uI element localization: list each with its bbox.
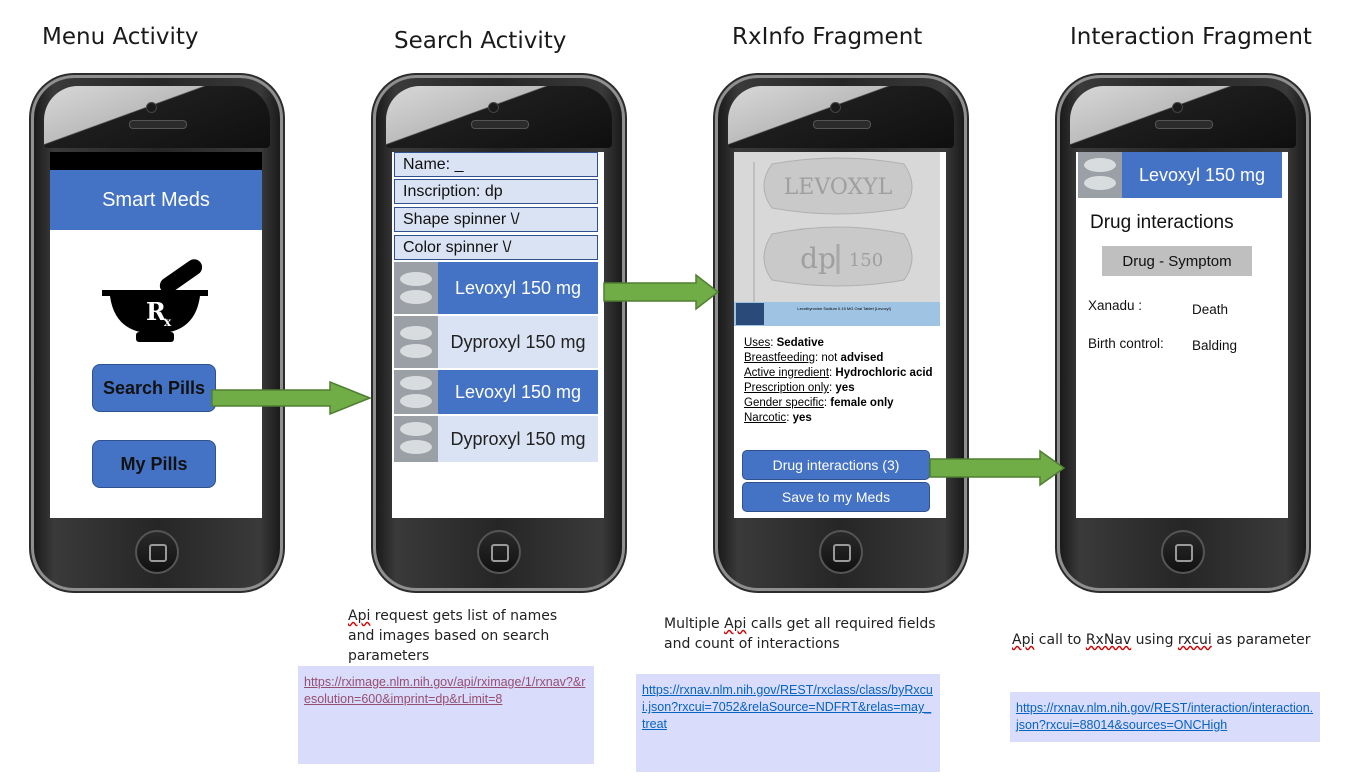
note-search: Api request gets list of names and image…	[348, 608, 558, 664]
url-box-interaction: https://rxnav.nlm.nih.gov/REST/interacti…	[1010, 692, 1320, 742]
url-box-rxinfo: https://rxnav.nlm.nih.gov/REST/rxclass/c…	[636, 674, 940, 772]
note-interaction: Api call to RxNav using rxcui as paramet…	[1012, 632, 1311, 648]
flow-arrows	[211, 273, 1066, 487]
arrow-menu-to-search	[211, 380, 373, 416]
note-rxinfo: Multiple Api calls get all required fiel…	[664, 616, 936, 652]
api-link-rxclass[interactable]: https://rxnav.nlm.nih.gov/REST/rxclass/c…	[642, 683, 933, 731]
api-link-interaction[interactable]: https://rxnav.nlm.nih.gov/REST/interacti…	[1016, 701, 1313, 732]
api-link-rximage[interactable]: https://rximage.nlm.nih.gov/api/rximage/…	[304, 675, 585, 706]
arrow-search-to-rxinfo	[603, 273, 720, 311]
arrow-rxinfo-to-interaction	[929, 449, 1066, 487]
url-box-search: https://rximage.nlm.nih.gov/api/rximage/…	[298, 666, 594, 764]
